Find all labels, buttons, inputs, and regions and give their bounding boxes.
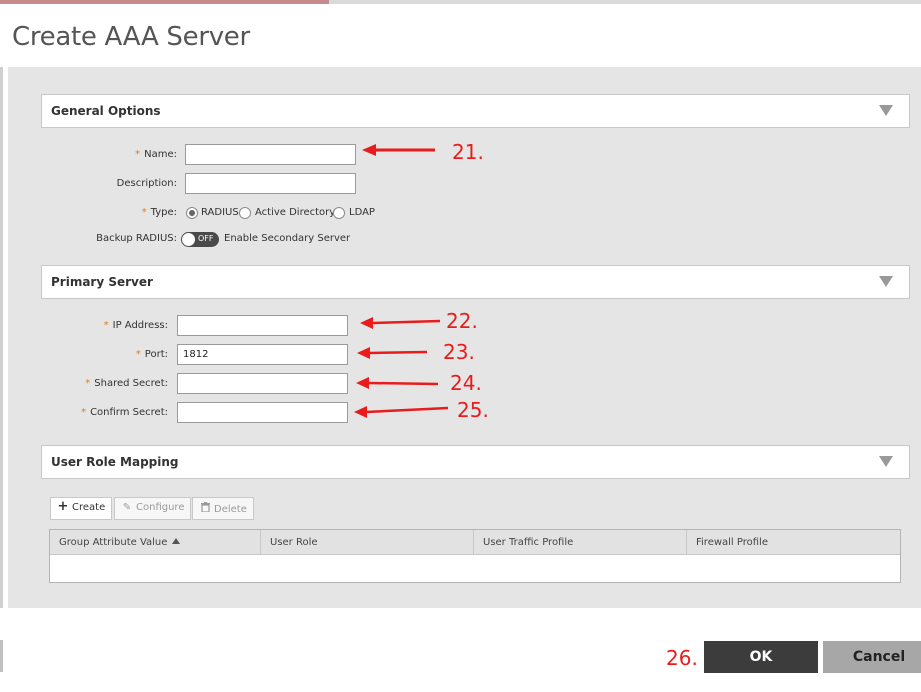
annotation-24: 24. xyxy=(450,371,482,395)
delete-button[interactable]: Delete xyxy=(192,497,254,520)
type-label: * Type: xyxy=(141,207,177,218)
radio-radius[interactable] xyxy=(186,207,198,219)
create-button[interactable]: + Create xyxy=(50,497,113,520)
confirm-secret-field[interactable] xyxy=(177,402,348,423)
wizard-progress-fill xyxy=(0,0,329,4)
annotation-22: 22. xyxy=(446,309,478,333)
chevron-down-icon[interactable] xyxy=(879,456,893,467)
trash-icon xyxy=(199,502,211,515)
annotation-21: 21. xyxy=(452,140,484,164)
shared-secret-field[interactable] xyxy=(177,373,348,394)
enable-secondary-server-label: Enable Secondary Server xyxy=(224,233,351,244)
annotation-arrow-22 xyxy=(360,317,441,329)
ip-address-field[interactable] xyxy=(177,315,348,336)
description-label: Description: xyxy=(116,178,177,189)
chevron-down-icon[interactable] xyxy=(879,276,893,287)
description-field[interactable] xyxy=(185,173,356,194)
section-title: User Role Mapping xyxy=(51,455,179,469)
configure-button[interactable]: ✎ Configure xyxy=(114,497,192,520)
radio-ldap[interactable] xyxy=(333,207,345,219)
cancel-button[interactable]: Cancel xyxy=(823,641,921,673)
plus-icon: + xyxy=(57,499,69,514)
port-field[interactable] xyxy=(177,344,348,365)
annotation-arrow-24 xyxy=(356,377,439,389)
ok-button[interactable]: OK xyxy=(704,641,818,673)
column-header-firewall-profile[interactable]: Firewall Profile xyxy=(687,530,900,555)
backup-radius-toggle[interactable]: OFF xyxy=(181,232,219,247)
column-header-user-traffic-profile[interactable]: User Traffic Profile xyxy=(474,530,687,555)
wizard-progress-track xyxy=(0,0,921,4)
shared-secret-label: * Shared Secret: xyxy=(85,378,168,389)
column-header-user-role[interactable]: User Role xyxy=(261,530,474,555)
annotation-arrow-21 xyxy=(362,144,435,156)
section-title: Primary Server xyxy=(51,275,153,289)
column-header-group-attribute-value[interactable]: Group Attribute Value xyxy=(50,530,261,555)
toggle-state-text: OFF xyxy=(198,234,214,243)
radio-radius-label: RADIUS xyxy=(201,207,239,218)
radio-active-directory[interactable] xyxy=(239,207,251,219)
chevron-down-icon[interactable] xyxy=(879,105,893,116)
backup-radius-label: Backup RADIUS: xyxy=(96,233,177,244)
section-title: General Options xyxy=(51,104,161,118)
user-role-mapping-table: Group Attribute Value User Role User Tra… xyxy=(49,529,901,583)
section-primary-server[interactable]: Primary Server xyxy=(41,265,910,299)
page-title: Create AAA Server xyxy=(12,22,250,52)
port-label: * Port: xyxy=(135,349,168,360)
section-user-role-mapping[interactable]: User Role Mapping xyxy=(41,445,910,479)
annotation-25: 25. xyxy=(457,398,489,422)
confirm-secret-label: * Confirm Secret: xyxy=(81,407,168,418)
annotation-23: 23. xyxy=(443,340,475,364)
table-header: Group Attribute Value User Role User Tra… xyxy=(50,530,900,555)
footer-edge xyxy=(0,640,3,672)
toggle-knob xyxy=(182,233,195,246)
annotation-arrow-23 xyxy=(357,347,428,359)
radio-ldap-label: LDAP xyxy=(349,207,375,218)
pencil-icon: ✎ xyxy=(122,502,132,513)
annotation-arrow-25 xyxy=(354,406,449,418)
section-general-options[interactable]: General Options xyxy=(41,94,910,128)
sort-ascending-icon xyxy=(172,538,181,544)
name-label: * Name: xyxy=(135,149,177,160)
panel-edge xyxy=(0,67,3,608)
name-field[interactable] xyxy=(185,144,356,165)
ip-address-label: * IP Address: xyxy=(103,320,168,331)
radio-active-directory-label: Active Directory xyxy=(255,207,336,218)
annotation-26: 26. xyxy=(666,646,698,670)
